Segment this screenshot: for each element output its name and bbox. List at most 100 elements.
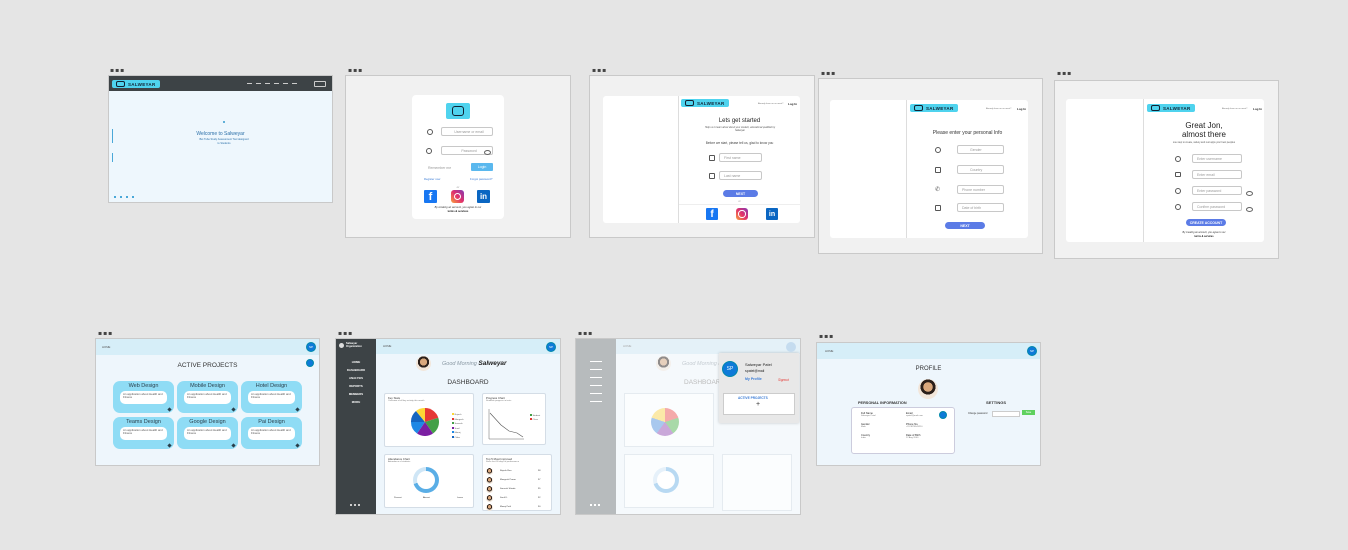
eye-icon[interactable] [484,150,491,155]
landing-nav-button[interactable] [314,81,326,87]
sidebar-item-more[interactable]: MORE [336,400,376,404]
avatar[interactable]: SP [306,342,316,352]
project-card[interactable]: Google Design An application about Health… [177,417,238,449]
password-input[interactable]: Enter password [1192,186,1242,195]
edit-icon[interactable] [231,407,236,412]
eye-icon[interactable] [1246,191,1253,196]
forgot-link[interactable]: Forgot password? [470,177,492,181]
list-item[interactable]: Mangesh Pawar 97 [486,477,546,485]
edit-profile-icon[interactable] [939,411,947,419]
list-item[interactable]: Sarvesh Shinde 95 [486,486,546,494]
frame-signup[interactable]: SALWEYAR Already have an account? Log In… [590,76,814,237]
list-item[interactable]: Manoj Patil 90 [486,504,546,512]
sidebar-social-icons[interactable] [590,504,602,506]
project-card[interactable]: Pai Design An application about Health an… [241,417,302,449]
progress-card: Progress Chart Students progress in test… [482,393,546,445]
settings-input[interactable] [992,411,1020,417]
sidebar-item-members[interactable]: MEMBERS [336,392,376,396]
frame-landing[interactable]: SALWEYAR Welcome to Salweyar Bet Tube St… [109,76,332,202]
personal-header-links: Already have an account? [986,108,1012,110]
personal-header-login[interactable]: Log In [1017,107,1026,111]
frame-tag-login: ▪▪▪ [348,67,364,74]
account-sub: one step to create, variety and rest app… [1172,141,1236,144]
frame-profile[interactable]: HOME SP PROFILE PERSONAL INFORMATION Ful… [817,343,1040,465]
frame-personal[interactable]: SALWEYAR Already have an account? Log In… [819,79,1042,253]
country-select[interactable]: Country [957,165,1004,174]
projects-breadcrumb[interactable]: HOME [102,345,110,349]
signup-logo[interactable]: SALWEYAR [681,99,729,107]
my-profile-link[interactable]: My Profile [745,377,762,381]
eye-icon[interactable] [1246,207,1253,212]
gender-select[interactable]: Gender [957,145,1004,154]
edit-icon[interactable] [295,407,300,412]
confirm-password-input[interactable]: Confirm password [1192,202,1242,211]
linkedin-icon[interactable]: in [766,208,778,220]
dashboard-breadcrumb[interactable]: HOME [623,344,631,348]
add-project-button[interactable]: + [756,401,760,408]
instagram-icon[interactable] [736,208,748,220]
sidebar-item-reports[interactable]: REPORTS [336,384,376,388]
sidebar-item-home[interactable]: HOME [336,360,376,364]
project-title: Hotel Design [255,383,288,389]
last-name-input[interactable]: Last name [719,171,762,180]
popup-avatar-trigger[interactable] [786,342,796,352]
active-projects-box[interactable]: ACTIVE PROJECTS + [723,393,795,415]
frame-dashboard[interactable]: Salweyar Organization HOME DASHBOARD ANA… [336,339,560,514]
frame-dashboard-popup[interactable]: HOME Good Morning Sa DASHBOARD SP Salwey… [576,339,800,514]
landing-social-icons[interactable] [114,196,134,198]
facebook-icon[interactable]: f [706,208,718,220]
frame-account[interactable]: SALWEYAR Already have an account? Log In… [1055,81,1278,258]
frame-login[interactable]: Username or email Password Remember me L… [346,76,570,237]
edit-icon[interactable] [167,443,172,448]
account-logo[interactable]: SALWEYAR [1147,104,1195,112]
list-item[interactable]: Rajesh Rao 98 [486,468,546,476]
edit-icon[interactable] [167,407,172,412]
project-card[interactable]: Hotel Design An application about Health … [241,381,302,413]
profile-photo [656,356,671,371]
login-button[interactable]: Login [471,163,493,171]
project-card[interactable]: Teams Design An application about Health … [113,417,174,449]
landing-logo[interactable]: SALWEYAR [112,80,160,88]
avatar[interactable]: SP [546,342,556,352]
settings-title: SETTINGS [986,400,1007,405]
login-legal-link[interactable]: terms & services [412,210,504,213]
settings-save-button[interactable]: Save [1022,410,1035,415]
remember-checkbox[interactable]: Remember me [424,163,456,172]
username-input[interactable]: Username or email [441,127,493,136]
landing-marker [223,121,225,123]
sidebar-item-dashboard[interactable]: DASHBOARD [336,368,376,372]
facebook-icon[interactable]: f [424,190,437,203]
project-card[interactable]: Web Design An application about Health an… [113,381,174,413]
dashboard-breadcrumb[interactable]: HOME [383,344,391,348]
profile-breadcrumb[interactable]: HOME [825,349,833,353]
dob-input[interactable]: Date of birth [957,203,1004,212]
signout-link[interactable]: Signout [778,378,789,382]
member-avatar [486,468,493,475]
account-legal-link[interactable]: terms & services [1144,235,1264,238]
sidebar-items[interactable] [590,361,602,405]
first-name-input[interactable]: First name [719,153,762,162]
signup-header-login[interactable]: Log In [788,102,797,106]
create-account-button[interactable]: CREATE ACCOUNT [1186,219,1226,226]
projects-menu-icon[interactable] [306,359,314,367]
email-input[interactable]: Enter email [1192,170,1242,179]
linkedin-icon[interactable]: in [477,190,490,203]
sidebar-social-icons[interactable] [350,504,362,506]
personal-logo[interactable]: SALWEYAR [910,104,958,112]
landing-nav-links[interactable] [247,83,297,84]
register-link[interactable]: Register now [424,177,440,181]
project-card[interactable]: Mobile Design An application about Health… [177,381,238,413]
username-input[interactable]: Enter username [1192,154,1242,163]
edit-icon[interactable] [295,443,300,448]
field-value: Male [861,426,866,428]
phone-input[interactable]: Phone number [957,185,1004,194]
avatar[interactable]: SP [1027,346,1037,356]
personal-next-button[interactable]: NEXT [945,222,985,229]
list-item[interactable]: Sunil K. 92 [486,495,546,503]
edit-icon[interactable] [231,443,236,448]
signup-next-button[interactable]: NEXT [723,190,758,197]
instagram-icon[interactable] [451,190,464,203]
sidebar-item-analysis[interactable]: ANALYSIS [336,376,376,380]
account-header-login[interactable]: Log In [1253,107,1262,111]
frame-projects[interactable]: HOME SP ACTIVE PROJECTS Web Design An app… [96,339,319,465]
